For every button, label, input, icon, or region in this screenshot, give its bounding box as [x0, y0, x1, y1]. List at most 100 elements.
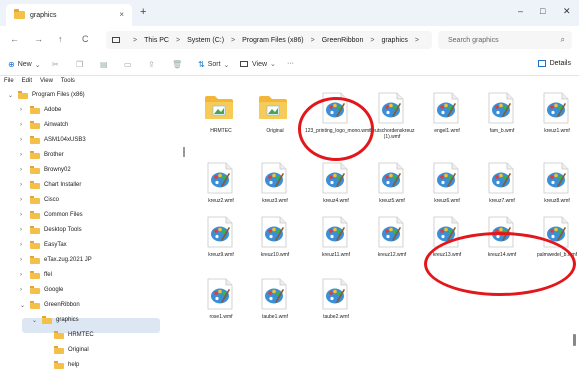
chevron-right-icon[interactable]: ›	[20, 227, 22, 233]
tree-item[interactable]: › EasyTax	[0, 238, 170, 253]
wmf-file-icon	[378, 216, 404, 248]
navigation-pane: ⌄ Program Files (x86) › Adobe › Ainwatch › ASM1…	[0, 88, 175, 370]
tree-item-label: Desktop Tools	[44, 227, 82, 233]
up-button[interactable]: ↑	[58, 34, 63, 44]
tree-item[interactable]: › ASM104xUSB3	[0, 133, 170, 148]
file-item[interactable]: rose1.wmf	[190, 278, 252, 328]
chevron-down-icon[interactable]: ⌄	[8, 92, 13, 99]
tab-close-icon[interactable]: ×	[119, 10, 124, 19]
refresh-button[interactable]: C	[82, 34, 89, 44]
file-item[interactable]: kreuz9.wmf	[190, 216, 252, 266]
close-window-button[interactable]: ✕	[563, 6, 571, 17]
breadcrumb-program-files[interactable]: Program Files (x86)	[242, 37, 303, 44]
file-item[interactable]: kreuz1.wmf	[526, 92, 579, 142]
command-bar: ⊕ New ⌄ ✂ ❐ ▤ ▭ ⇪ 🗑 ⇅ Sort ⌄ View ⌄ ··· …	[0, 54, 579, 76]
pane-splitter[interactable]	[183, 147, 185, 157]
chevron-down-icon[interactable]: ⌄	[20, 302, 25, 309]
chevron-right-icon[interactable]: ›	[20, 212, 22, 218]
chevron-right-icon[interactable]: ›	[20, 272, 22, 278]
copy-icon[interactable]: ❐	[76, 60, 83, 69]
file-item[interactable]: kreuz11.wmf	[305, 216, 367, 266]
breadcrumb-this-pc[interactable]: This PC	[144, 37, 169, 44]
wmf-file-icon	[261, 216, 287, 248]
tab-graphics[interactable]: graphics ×	[6, 4, 132, 26]
chevron-right-icon[interactable]: ›	[20, 122, 22, 128]
details-button[interactable]: Details	[537, 60, 571, 67]
search-input[interactable]: Search graphics ⌕	[438, 31, 572, 49]
delete-icon[interactable]: 🗑	[172, 60, 182, 69]
minimize-button[interactable]: –	[518, 6, 523, 16]
rename-icon[interactable]: ▭	[124, 60, 132, 69]
wmf-file-icon	[488, 92, 514, 124]
menu-tools[interactable]: Tools	[61, 78, 75, 88]
file-item[interactable]: kreuz5.wmf	[361, 162, 423, 212]
chevron-right-icon[interactable]: ›	[20, 197, 22, 203]
tree-item[interactable]: › eTax.zug.2021 JP	[0, 253, 170, 268]
tree-item[interactable]: ⌄ GreenRibbon	[0, 298, 170, 313]
tree-item[interactable]: › Google	[0, 283, 170, 298]
tree-item[interactable]: › Desktop Tools	[0, 223, 170, 238]
tree-item[interactable]: › Common Files	[0, 208, 170, 223]
search-icon: ⌕	[560, 35, 565, 44]
tree-item[interactable]: › Ainwatch	[0, 118, 170, 133]
file-item[interactable]: kreuz2.wmf	[190, 162, 252, 212]
file-item[interactable]: kreuz10.wmf	[244, 216, 306, 266]
tree-item[interactable]: › Browny02	[0, 163, 170, 178]
maximize-button[interactable]: □	[540, 6, 545, 16]
tree-item[interactable]: › Chart Installer	[0, 178, 170, 193]
back-button[interactable]: ←	[10, 34, 19, 44]
file-item[interactable]: fam_b.wmf	[471, 92, 533, 142]
menu-view[interactable]: View	[40, 78, 53, 88]
scrollbar[interactable]	[573, 334, 576, 346]
file-item[interactable]: kreuz7.wmf	[471, 162, 533, 212]
folder-item[interactable]: HRMTEC	[190, 92, 252, 142]
tree-item[interactable]: ⌄ Program Files (x86)	[0, 88, 170, 103]
chevron-right-icon[interactable]: ›	[20, 287, 22, 293]
chevron-right-icon[interactable]: ›	[20, 152, 22, 158]
view-button[interactable]: View ⌄	[240, 60, 276, 68]
tree-item[interactable]: › Brother	[0, 148, 170, 163]
tree-item[interactable]: › ffel	[0, 268, 170, 283]
breadcrumb-graphics[interactable]: graphics	[381, 37, 407, 44]
file-item[interactable]: engel1.wmf	[416, 92, 478, 142]
new-button[interactable]: ⊕ New ⌄	[8, 60, 41, 69]
tree-item[interactable]: › Adobe	[0, 103, 170, 118]
sort-button[interactable]: ⇅ Sort ⌄	[198, 60, 229, 69]
paste-icon[interactable]: ▤	[100, 60, 108, 69]
file-item[interactable]: kreuz4.wmf	[305, 162, 367, 212]
menu-edit[interactable]: Edit	[22, 78, 32, 88]
file-item[interactable]: taube1.wmf	[244, 278, 306, 328]
chevron-right-icon[interactable]: ›	[20, 182, 22, 188]
menu-file[interactable]: File	[4, 78, 14, 88]
cut-icon[interactable]: ✂	[52, 60, 59, 69]
chevron-right-icon[interactable]: ›	[20, 257, 22, 263]
chevron-down-icon[interactable]: ⌄	[32, 317, 37, 324]
breadcrumb-greenribbon[interactable]: GreenRibbon	[322, 37, 364, 44]
tree-item-label: Common Files	[44, 212, 83, 218]
tree-item[interactable]: help	[0, 358, 170, 370]
address-bar[interactable]: > This PC > System (C:) > Program Files …	[106, 31, 432, 49]
breadcrumb-separator: >	[414, 36, 419, 44]
file-item[interactable]: taube2.wmf	[305, 278, 367, 328]
tree-item[interactable]: ⌄ graphics	[0, 313, 170, 328]
more-options-button[interactable]: ···	[287, 60, 294, 67]
chevron-right-icon[interactable]: ›	[20, 167, 22, 173]
file-item[interactable]: kreuz12.wmf	[361, 216, 423, 266]
folder-item[interactable]: Original	[244, 92, 306, 142]
chevron-right-icon[interactable]: ›	[20, 107, 22, 113]
forward-button[interactable]: →	[34, 34, 43, 44]
new-tab-button[interactable]: +	[140, 6, 146, 18]
breadcrumb-system-c[interactable]: System (C:)	[187, 37, 224, 44]
chevron-right-icon[interactable]: ›	[20, 242, 22, 248]
folder-icon	[30, 196, 40, 204]
folder-icon	[30, 271, 40, 279]
tree-item[interactable]: HRMTEC	[0, 328, 170, 343]
tree-item[interactable]: Original	[0, 343, 170, 358]
share-icon[interactable]: ⇪	[148, 60, 155, 69]
file-item[interactable]: kreuz8.wmf	[526, 162, 579, 212]
tree-item[interactable]: › Cisco	[0, 193, 170, 208]
tree-item-label: Original	[68, 347, 89, 353]
file-item[interactable]: kreuz6.wmf	[416, 162, 478, 212]
file-item[interactable]: kreuz3.wmf	[244, 162, 306, 212]
chevron-right-icon[interactable]: ›	[20, 137, 22, 143]
